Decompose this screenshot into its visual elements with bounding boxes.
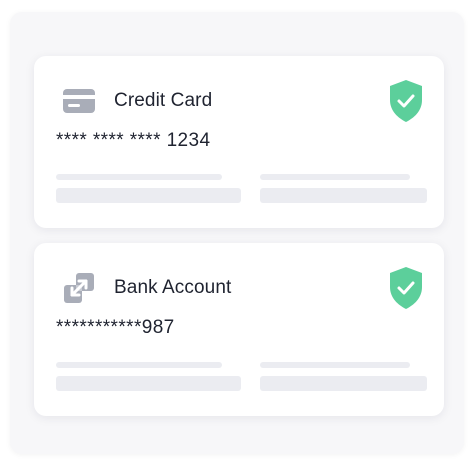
placeholder-bar xyxy=(260,188,427,203)
bank-transfer-icon xyxy=(62,271,96,305)
placeholder-bar xyxy=(56,174,222,180)
payment-method-label: Bank Account xyxy=(114,277,232,298)
payment-method-card-bank-account[interactable]: Bank Account ***********987 xyxy=(34,243,444,416)
payment-method-card-credit-card[interactable]: Credit Card **** **** **** 1234 xyxy=(34,56,444,228)
payment-method-label: Credit Card xyxy=(114,90,213,111)
placeholder-bar xyxy=(260,174,410,180)
placeholder-bar xyxy=(260,376,427,391)
shield-check-icon xyxy=(386,265,426,311)
placeholder-bar xyxy=(56,376,241,391)
credit-card-icon xyxy=(62,84,96,118)
placeholder-bar xyxy=(56,188,241,203)
masked-card-number: **** **** **** 1234 xyxy=(56,130,211,151)
placeholder-bar xyxy=(260,362,410,368)
placeholder-bar xyxy=(56,362,222,368)
masked-account-number: ***********987 xyxy=(56,317,175,338)
shield-check-icon xyxy=(386,78,426,124)
